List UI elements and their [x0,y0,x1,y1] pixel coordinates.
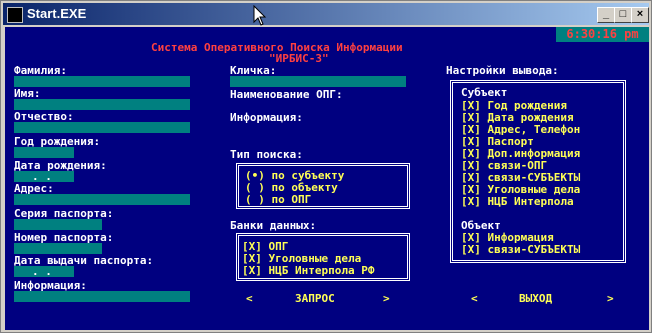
opg-name-label: Наименование ОПГ: [230,88,343,101]
close-button[interactable]: × [631,7,649,23]
middle-info-label: Информация: [230,111,303,124]
surname-field[interactable] [14,76,190,87]
maximize-button[interactable]: □ [614,7,632,23]
birth-year-field[interactable] [14,147,74,158]
clock: 6:30:16 pm [556,27,649,42]
search-type-box: (•) по субъекту ( ) по объекту ( ) по ОП… [236,163,410,209]
obj-links-subjects-checkbox[interactable]: [X] связи-СУБЪЕКТЫ [461,243,580,256]
first-name-field[interactable] [14,99,190,110]
exit-button[interactable]: ВЫХОД [519,292,552,305]
exit-prev-arrow[interactable]: < [471,292,478,305]
search-type-label: Тип поиска: [230,148,303,161]
alias-field[interactable] [230,76,406,87]
address-field[interactable] [14,194,190,205]
information-field[interactable] [14,291,190,302]
birth-date-field[interactable]: . . [14,171,74,182]
system-name: "ИРБИС-3" [269,52,329,65]
banks-box: [X] ОПГ [X] Уголовные дела [X] НЦБ Интер… [236,233,410,281]
passport-issue-date-field[interactable]: . . [14,266,74,277]
radio-by-opg[interactable]: ( ) по ОПГ [245,193,311,206]
window-title: Start.EXE [27,6,87,21]
title-bar[interactable]: Start.EXE _ □ × [3,3,649,25]
output-settings-box: Субъект [X] Год рождения [X] Дата рожден… [450,80,626,263]
app-icon [7,7,23,23]
subject-section-title: Субъект [461,86,508,99]
mouse-cursor-icon [253,5,267,26]
query-prev-arrow[interactable]: < [246,292,253,305]
passport-number-field[interactable] [14,243,102,254]
bank-interpol-checkbox[interactable]: [X] НЦБ Интерпола РФ [242,264,374,277]
output-settings-label: Настройки вывода: [446,64,559,77]
opt-interpol-checkbox[interactable]: [X] НЦБ Интерпола [461,195,574,208]
minimize-button[interactable]: _ [597,7,615,23]
query-button[interactable]: ЗАПРОС [295,292,335,305]
banks-label: Банки данных: [230,219,317,232]
application-window: Start.EXE _ □ × 6:30:16 pm Система Опера… [0,0,652,333]
patronymic-field[interactable] [14,122,190,133]
console-screen: 6:30:16 pm Система Оперативного Поиска И… [5,27,649,330]
passport-series-field[interactable] [14,219,102,230]
exit-next-arrow[interactable]: > [607,292,614,305]
query-next-arrow[interactable]: > [383,292,390,305]
